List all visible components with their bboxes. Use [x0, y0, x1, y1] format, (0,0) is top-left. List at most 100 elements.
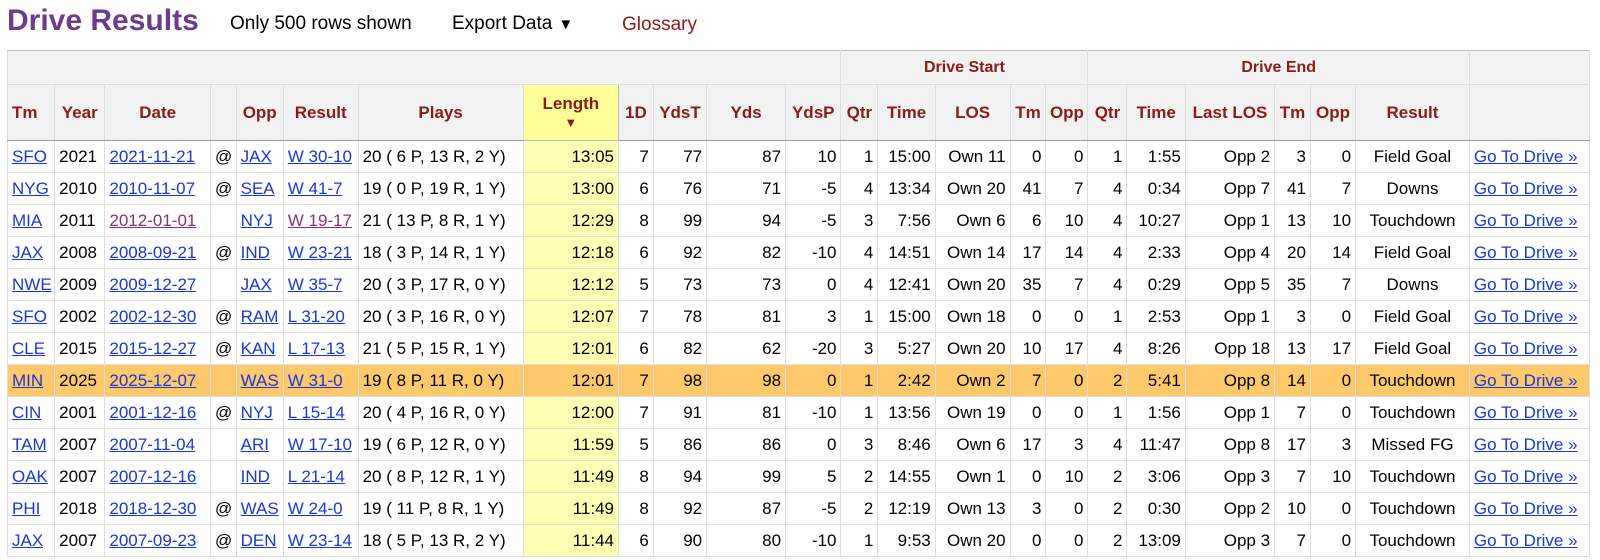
col-end-opp-header[interactable]: Opp — [1309, 84, 1357, 141]
col-year-header[interactable]: Year — [54, 84, 106, 141]
opponent-link[interactable]: RAM — [241, 307, 279, 326]
col-date-header[interactable]: Date — [104, 84, 211, 141]
col-start-tm-header[interactable]: Tm — [1009, 84, 1047, 141]
team-link[interactable]: SFO — [12, 147, 47, 166]
game-result-link[interactable]: W 19-17 — [288, 211, 352, 230]
start-qtr-cell: 1 — [840, 396, 879, 429]
col-opp-header[interactable]: Opp — [235, 84, 284, 141]
start-los-cell: Own 20 — [934, 524, 1011, 557]
col-plays-header[interactable]: Plays — [357, 84, 524, 141]
end-tm-cell: 20 — [1274, 236, 1311, 269]
col-tm-header[interactable]: Tm — [6, 84, 56, 141]
col-start-qtr-header[interactable]: Qtr — [840, 84, 879, 141]
start-qtr-cell: 3 — [840, 204, 879, 237]
go-to-drive-link[interactable]: Go To Drive » — [1474, 179, 1578, 198]
go-to-drive-link[interactable]: Go To Drive » — [1474, 467, 1578, 486]
team-link[interactable]: SFO — [12, 307, 47, 326]
date-link[interactable]: 2008-09-21 — [109, 243, 196, 262]
go-to-drive-link[interactable]: Go To Drive » — [1474, 211, 1578, 230]
date-link[interactable]: 2012-01-01 — [109, 211, 196, 230]
game-result-link[interactable]: W 35-7 — [288, 275, 343, 294]
date-link[interactable]: 2007-09-23 — [109, 531, 196, 550]
game-result-link[interactable]: L 31-20 — [288, 307, 345, 326]
game-result-link[interactable]: L 21-14 — [288, 467, 345, 486]
team-link[interactable]: JAX — [12, 243, 43, 262]
game-result-link[interactable]: W 30-10 — [288, 147, 352, 166]
team-link[interactable]: NWE — [12, 275, 52, 294]
col-yds-total-header[interactable]: YdsT — [652, 84, 708, 141]
opponent-link[interactable]: JAX — [241, 147, 272, 166]
opponent-link[interactable]: SEA — [241, 179, 275, 198]
col-yds-penalty-header[interactable]: YdsP — [785, 84, 842, 141]
team-link[interactable]: MIA — [12, 211, 42, 230]
opponent-link[interactable]: NYJ — [241, 211, 273, 230]
col-end-qtr-header[interactable]: Qtr — [1087, 84, 1128, 141]
opponent-link[interactable]: JAX — [241, 275, 272, 294]
go-to-drive-link[interactable]: Go To Drive » — [1474, 243, 1578, 262]
date-link[interactable]: 2007-11-04 — [109, 435, 195, 454]
date-cell: 2007-09-23 — [104, 524, 211, 557]
date-link[interactable]: 2021-11-21 — [109, 147, 195, 166]
start-qtr-cell: 3 — [840, 332, 879, 365]
col-length-header[interactable]: Length ▼ — [522, 84, 619, 141]
game-result-link[interactable]: W 41-7 — [288, 179, 343, 198]
game-result-link[interactable]: L 15-14 — [288, 403, 345, 422]
game-result-link[interactable]: L 17-13 — [288, 339, 345, 358]
team-link[interactable]: CLE — [12, 339, 45, 358]
team-link[interactable]: CIN — [12, 403, 41, 422]
yds-cell: 82 — [706, 236, 787, 269]
go-to-drive-link[interactable]: Go To Drive » — [1474, 275, 1578, 294]
opponent-link[interactable]: IND — [241, 243, 270, 262]
date-link[interactable]: 2007-12-16 — [109, 467, 196, 486]
export-data-button[interactable]: Export Data ▼ — [452, 13, 573, 35]
game-result-link[interactable]: W 31-0 — [288, 371, 343, 390]
game-result-link[interactable]: W 23-14 — [288, 531, 352, 550]
opponent-link[interactable]: ARI — [241, 435, 269, 454]
go-to-drive-link[interactable]: Go To Drive » — [1474, 339, 1578, 358]
game-result-link[interactable]: W 24-0 — [288, 499, 343, 518]
date-link[interactable]: 2015-12-27 — [109, 339, 196, 358]
date-link[interactable]: 2018-12-30 — [109, 499, 196, 518]
opponent-link[interactable]: DEN — [241, 531, 277, 550]
go-to-drive-link[interactable]: Go To Drive » — [1474, 403, 1578, 422]
end-time-cell: 0:29 — [1126, 268, 1186, 301]
team-link[interactable]: NYG — [12, 179, 49, 198]
opponent-cell: IND — [235, 460, 284, 493]
date-link[interactable]: 2001-12-16 — [109, 403, 196, 422]
game-result-link[interactable]: W 23-21 — [288, 243, 352, 262]
opponent-link[interactable]: KAN — [241, 339, 276, 358]
col-end-tm-header[interactable]: Tm — [1274, 84, 1311, 141]
game-result-link[interactable]: W 17-10 — [288, 435, 352, 454]
go-to-drive-link[interactable]: Go To Drive » — [1474, 371, 1578, 390]
go-to-drive-link[interactable]: Go To Drive » — [1474, 435, 1578, 454]
col-end-result-header[interactable]: Result — [1355, 84, 1470, 141]
date-link[interactable]: 2010-11-07 — [109, 179, 195, 198]
col-result-header[interactable]: Result — [282, 84, 359, 141]
opponent-link[interactable]: WAS — [241, 499, 279, 518]
go-to-drive-link[interactable]: Go To Drive » — [1474, 499, 1578, 518]
col-yds-header[interactable]: Yds — [706, 84, 787, 141]
opponent-link[interactable]: NYJ — [241, 403, 273, 422]
date-link[interactable]: 2009-12-27 — [109, 275, 196, 294]
team-link[interactable]: OAK — [12, 467, 48, 486]
game-result-cell: L 15-14 — [282, 396, 359, 429]
col-end-last-los-header[interactable]: Last LOS — [1184, 84, 1276, 141]
opponent-link[interactable]: WAS — [241, 371, 279, 390]
team-link[interactable]: MIN — [12, 371, 43, 390]
date-link[interactable]: 2025-12-07 — [109, 371, 196, 390]
date-link[interactable]: 2002-12-30 — [109, 307, 196, 326]
team-link[interactable]: JAX — [12, 531, 43, 550]
col-start-opp-header[interactable]: Opp — [1045, 84, 1089, 141]
col-end-time-header[interactable]: Time — [1126, 84, 1186, 141]
col-start-los-header[interactable]: LOS — [934, 84, 1011, 141]
team-link[interactable]: PHI — [12, 499, 40, 518]
glossary-link[interactable]: Glossary — [622, 14, 697, 36]
go-to-drive-link[interactable]: Go To Drive » — [1474, 147, 1578, 166]
col-start-time-header[interactable]: Time — [877, 84, 936, 141]
team-link[interactable]: TAM — [12, 435, 47, 454]
year-cell: 2011 — [54, 204, 106, 237]
col-first-downs-header[interactable]: 1D — [617, 84, 654, 141]
go-to-drive-link[interactable]: Go To Drive » — [1474, 307, 1578, 326]
opponent-link[interactable]: IND — [241, 467, 270, 486]
go-to-drive-link[interactable]: Go To Drive » — [1474, 531, 1578, 550]
